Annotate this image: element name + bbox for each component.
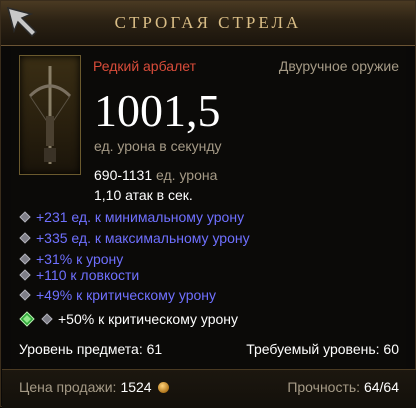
socket-bonus-line: +50% к критическому урону: [19, 311, 238, 327]
item-slot: Двуручное оружие: [278, 58, 399, 74]
affix-line: +110 к ловкости: [19, 267, 139, 283]
item-rarity-type: Редкий арбалет: [93, 58, 196, 74]
required-level: Требуемый уровень: 60: [246, 341, 399, 357]
bullet-icon: [19, 269, 31, 281]
damage-range-value: 690-1131: [94, 167, 153, 183]
bullet-icon: [19, 289, 31, 301]
damage-range-line: 690-1131 ед. урона: [94, 167, 217, 183]
crossbow-icon: [28, 66, 72, 164]
dps-value: 1001,5: [94, 85, 221, 136]
affix-text: +110 к ловкости: [36, 267, 140, 283]
affix-line: +335 ед. к максимальному урону: [19, 230, 250, 246]
emerald-gem-icon: [19, 311, 35, 327]
affix-text: +231 ед. к минимальному урону: [36, 209, 245, 225]
bullet-icon: [19, 211, 31, 223]
attack-speed-line: 1,10 атак в сек.: [94, 187, 193, 203]
attack-speed-value: 1,10: [94, 187, 122, 203]
affix-line: +231 ед. к минимальному урону: [19, 209, 244, 225]
sell-price-label: Цена продажи:: [19, 379, 117, 395]
damage-range-unit: ед. урона: [156, 167, 218, 183]
durability-value: 64/64: [363, 379, 399, 395]
dps-label: ед. урона в секунду: [94, 138, 222, 154]
bullet-icon: [19, 232, 31, 244]
socket-bonus-text: +50% к критическому урону: [58, 311, 239, 327]
durability-label: Прочность:: [287, 379, 361, 395]
bullet-icon: [41, 313, 53, 325]
affix-line: +49% к критическому урону: [19, 287, 216, 303]
item-level: Уровень предмета: 61: [19, 341, 163, 357]
bullet-icon: [19, 253, 31, 265]
affix-text: +31% к урону: [36, 251, 124, 267]
sell-price: Цена продажи: 1524: [19, 379, 169, 395]
title-bar: СТРОГАЯ СТРЕЛА: [1, 1, 415, 46]
attack-speed-unit: атак в сек.: [125, 187, 193, 203]
gold-coin-icon: [157, 381, 169, 393]
affix-text: +49% к критическому урону: [36, 287, 217, 303]
affix-text: +335 ед. к максимальному урону: [36, 230, 250, 246]
durability: Прочность: 64/64: [287, 379, 399, 395]
item-tooltip: СТРОГАЯ СТРЕЛА Редкий арбалет Двуручное …: [0, 0, 416, 408]
item-icon-frame: [19, 55, 81, 175]
affix-line: +31% к урону: [19, 251, 123, 267]
item-name-title: СТРОГАЯ СТРЕЛА: [114, 13, 302, 32]
sell-price-value: 1524: [120, 379, 152, 395]
